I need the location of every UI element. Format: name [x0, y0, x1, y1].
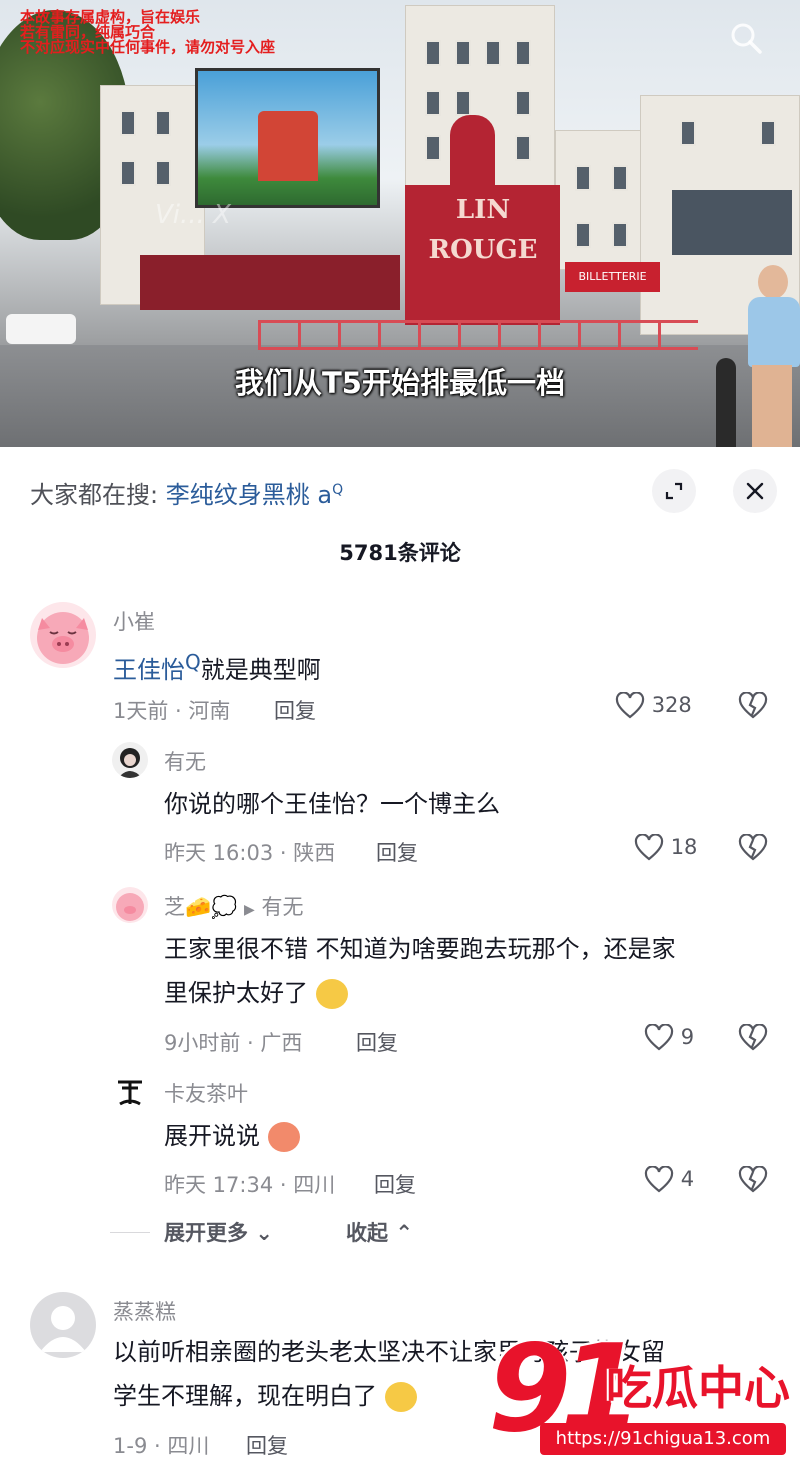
moulin-rouge-sign: LIN ROUGE — [428, 195, 538, 265]
broken-heart-icon — [738, 691, 768, 719]
calligraphy-avatar-icon — [118, 1080, 142, 1106]
dislike-button[interactable] — [738, 1165, 768, 1194]
search-icon: Q — [185, 650, 201, 674]
laugh-cry-emoji-icon — [384, 1382, 417, 1412]
comment-meta: 9小时前 · 广西 — [164, 1031, 303, 1055]
billetterie-sign: BILLETTERIE — [565, 262, 660, 292]
comment-author[interactable]: 有无 — [164, 746, 206, 776]
heart-icon — [634, 833, 664, 861]
default-avatar-icon — [40, 1306, 86, 1352]
disclaimer-text: 本故事存属虚构，旨在娱乐 若有雷同，纯属巧合 不对应现实中任何事件，请勿对号入座 — [20, 8, 276, 56]
comment-count: 5781条评论 — [339, 541, 461, 565]
comment-meta: 1-9 · 四川 — [113, 1434, 210, 1458]
logo-url: https://91chigua13.com — [540, 1423, 786, 1455]
comment-panel: 大家都在搜: 李纯纹身黑桃 aQ 5781条评论 小崔 王佳怡Q就是典型啊 1天… — [0, 447, 800, 1471]
reply-button[interactable]: 回复 — [246, 1430, 288, 1460]
billboard — [195, 68, 380, 208]
person — [740, 265, 800, 447]
divider — [110, 1232, 150, 1233]
like-count: 4 — [680, 1167, 695, 1191]
search-icon: Q — [332, 482, 344, 498]
thinking-emoji-icon — [315, 979, 348, 1009]
search-icon[interactable] — [728, 20, 764, 56]
reply-button[interactable]: 回复 — [356, 1027, 398, 1057]
video-watermark: Vi... X — [155, 200, 231, 230]
video-subtitle: 我们从T5开始排最低一档 — [235, 366, 565, 400]
pig-avatar-icon — [116, 893, 144, 921]
hot-search-keyword[interactable]: 李纯纹身黑桃 a — [166, 481, 332, 509]
comment-author[interactable]: 芝🧀💭 ▶ 有无 — [164, 891, 303, 921]
comment-text: 王佳怡Q就是典型啊 — [113, 650, 321, 684]
user-avatar-icon — [118, 748, 142, 778]
video-player[interactable]: LIN ROUGE BILLETTERIE 本故事存属虚构，旨在娱乐 若有雷同，… — [0, 0, 800, 447]
hug-emoji-icon — [267, 1122, 300, 1152]
thread-controls: 展开更多 ⌄ 收起 ⌃ — [110, 1217, 610, 1247]
expand-icon — [665, 482, 683, 500]
expand-button[interactable] — [652, 469, 696, 513]
like-count: 9 — [680, 1025, 695, 1049]
comment-author[interactable]: 蒸蒸糕 — [113, 1296, 176, 1326]
hot-search[interactable]: 大家都在搜: 李纯纹身黑桃 aQ — [30, 475, 343, 510]
reply-button[interactable]: 回复 — [274, 695, 316, 725]
avatar[interactable] — [112, 1074, 148, 1110]
comment-text: 展开说说 — [164, 1114, 300, 1158]
chevron-up-icon: ⌃ — [395, 1221, 413, 1245]
comment-author[interactable]: 小崔 — [113, 606, 155, 636]
shop-window — [672, 190, 792, 255]
comment-text: 你说的哪个王佳怡？一个博主么 — [164, 790, 500, 818]
comment-meta: 昨天 17:34 · 四川 — [164, 1173, 336, 1197]
comment-meta: 1天前 · 河南 — [113, 699, 231, 723]
comment-meta: 昨天 16:03 · 陕西 — [164, 841, 336, 865]
reply-button[interactable]: 回复 — [376, 837, 418, 867]
broken-heart-icon — [738, 833, 768, 861]
close-icon — [746, 482, 764, 500]
like-button[interactable]: 328 — [615, 691, 692, 720]
pig-avatar-icon — [37, 612, 89, 664]
collapse-button[interactable]: 收起 ⌃ — [346, 1217, 413, 1247]
logo-text: 吃瓜中心 — [606, 1361, 790, 1415]
van — [6, 314, 76, 344]
close-button[interactable] — [733, 469, 777, 513]
like-count: 18 — [670, 835, 698, 859]
heart-icon — [615, 691, 645, 719]
like-count: 328 — [651, 693, 692, 717]
broken-heart-icon — [738, 1023, 768, 1051]
comment-text: 王家里很不错 不知道为啥要跑去玩那个，还是家 里保护太好了 — [164, 935, 676, 1009]
heart-icon — [644, 1023, 674, 1051]
avatar[interactable] — [30, 1292, 96, 1358]
expand-more-button[interactable]: 展开更多 ⌄ — [164, 1217, 273, 1247]
dislike-button[interactable] — [738, 691, 768, 720]
like-button[interactable]: 4 — [644, 1165, 695, 1194]
theatre-front — [140, 255, 400, 310]
avatar[interactable] — [30, 602, 96, 668]
like-button[interactable]: 18 — [634, 833, 698, 862]
comment-author[interactable]: 卡友茶叶 — [164, 1078, 248, 1108]
building-right1 — [555, 130, 645, 270]
avatar[interactable] — [112, 887, 148, 923]
comment-link[interactable]: 王佳怡 — [113, 656, 185, 684]
hot-search-prefix: 大家都在搜: — [30, 481, 159, 509]
dislike-button[interactable] — [738, 1023, 768, 1052]
reply-button[interactable]: 回复 — [374, 1169, 416, 1199]
chevron-down-icon: ⌄ — [255, 1221, 273, 1245]
dislike-button[interactable] — [738, 833, 768, 862]
barrier-fence — [258, 320, 698, 350]
windmill — [450, 115, 495, 190]
avatar[interactable] — [112, 742, 148, 778]
like-button[interactable]: 9 — [644, 1023, 695, 1052]
heart-icon — [644, 1165, 674, 1193]
reply-to-user[interactable]: 有无 — [261, 895, 303, 919]
site-logo: 91 吃瓜中心 https://91chigua13.com — [488, 1330, 798, 1465]
broken-heart-icon — [738, 1165, 768, 1193]
